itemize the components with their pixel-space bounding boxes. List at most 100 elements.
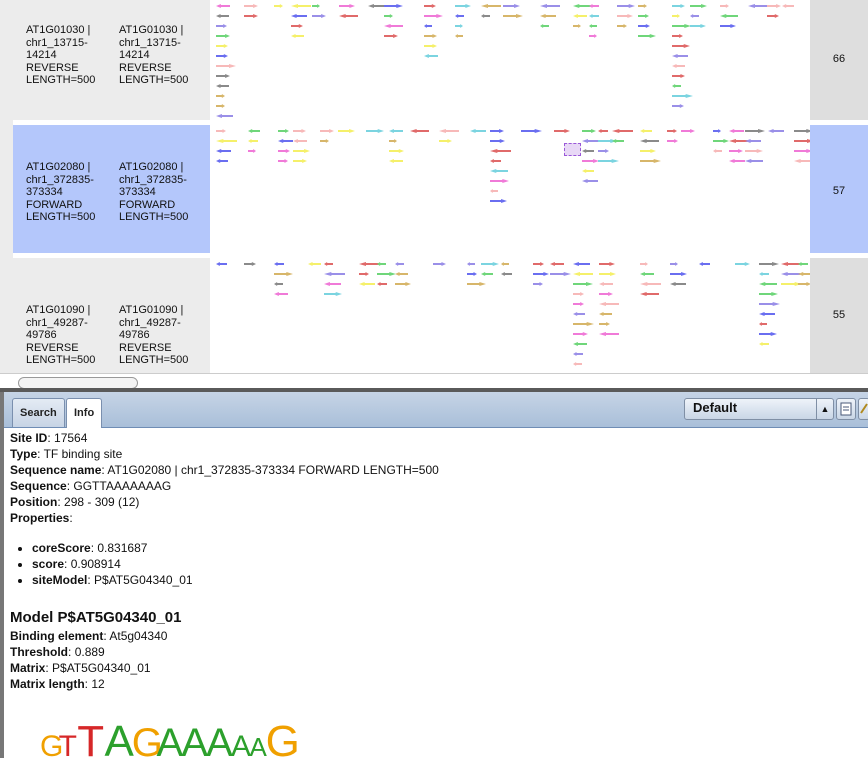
binding-site-arrow[interactable] xyxy=(550,262,564,266)
binding-site-arrow[interactable] xyxy=(467,282,486,286)
binding-site-arrow[interactable] xyxy=(490,129,504,133)
tab-search[interactable]: Search xyxy=(12,398,65,427)
binding-site-arrow[interactable] xyxy=(573,312,585,316)
binding-site-arrow[interactable] xyxy=(424,14,443,18)
binding-site-arrow[interactable] xyxy=(244,4,258,8)
binding-site-arrow[interactable] xyxy=(424,34,437,38)
binding-site-arrow[interactable] xyxy=(798,262,808,266)
view-mode-select[interactable]: Default ▲ xyxy=(684,398,834,420)
binding-site-arrow[interactable] xyxy=(672,64,685,68)
binding-site-arrow[interactable] xyxy=(573,24,581,28)
binding-site-arrow[interactable] xyxy=(640,292,659,296)
binding-site-arrow[interactable] xyxy=(573,272,593,276)
binding-site-arrow[interactable] xyxy=(729,159,745,163)
binding-site-arrow[interactable] xyxy=(274,262,284,266)
binding-site-arrow[interactable] xyxy=(274,272,293,276)
binding-site-arrow[interactable] xyxy=(216,24,227,28)
binding-site-arrow[interactable] xyxy=(640,139,659,143)
binding-site-arrow[interactable] xyxy=(582,139,599,143)
binding-site-arrow[interactable] xyxy=(540,4,560,8)
binding-site-arrow[interactable] xyxy=(582,179,598,183)
binding-site-arrow[interactable] xyxy=(244,262,256,266)
binding-site-arrow[interactable] xyxy=(503,4,520,8)
binding-site-arrow[interactable] xyxy=(672,84,681,88)
binding-site-arrow[interactable] xyxy=(312,4,320,8)
binding-site-arrow[interactable] xyxy=(481,262,499,266)
binding-site-arrow[interactable] xyxy=(293,129,306,133)
binding-site-arrow[interactable] xyxy=(439,129,459,133)
binding-site-arrow[interactable] xyxy=(216,149,231,153)
binding-site-arrow[interactable] xyxy=(216,64,236,68)
binding-site-arrow[interactable] xyxy=(501,262,509,266)
binding-site-arrow[interactable] xyxy=(490,189,498,193)
binding-site-arrow[interactable] xyxy=(540,24,549,28)
binding-site-arrow[interactable] xyxy=(759,292,778,296)
binding-site-arrow[interactable] xyxy=(573,4,591,8)
binding-site-arrow[interactable] xyxy=(599,262,615,266)
binding-site-arrow[interactable] xyxy=(481,14,490,18)
binding-site-arrow[interactable] xyxy=(767,4,781,8)
binding-site-arrow[interactable] xyxy=(368,4,385,8)
binding-site-arrow[interactable] xyxy=(759,322,767,326)
binding-site-arrow[interactable] xyxy=(455,4,471,8)
binding-site-arrow[interactable] xyxy=(216,84,229,88)
binding-site-arrow[interactable] xyxy=(384,34,398,38)
binding-site-arrow[interactable] xyxy=(377,272,396,276)
binding-site-arrow[interactable] xyxy=(377,262,386,266)
binding-site-arrow[interactable] xyxy=(244,14,258,18)
binding-site-arrow[interactable] xyxy=(312,14,326,18)
binding-site-arrow[interactable] xyxy=(573,332,588,336)
binding-site-arrow[interactable] xyxy=(293,159,307,163)
binding-site-arrow[interactable] xyxy=(278,159,288,163)
binding-site-arrow[interactable] xyxy=(638,34,656,38)
binding-site-arrow[interactable] xyxy=(521,129,542,133)
binding-site-arrow[interactable] xyxy=(782,4,794,8)
binding-site-arrow[interactable] xyxy=(216,14,229,18)
binding-site-arrow[interactable] xyxy=(573,362,582,366)
binding-site-arrow[interactable] xyxy=(681,129,695,133)
binding-site-arrow[interactable] xyxy=(748,4,768,8)
binding-site-arrow[interactable] xyxy=(794,159,810,163)
binding-site-arrow[interactable] xyxy=(470,129,486,133)
binding-site-arrow[interactable] xyxy=(274,292,288,296)
binding-site-arrow[interactable] xyxy=(481,272,493,276)
binding-site-arrow[interactable] xyxy=(617,24,627,28)
binding-site-arrow[interactable] xyxy=(672,104,684,108)
binding-site-arrow[interactable] xyxy=(278,139,293,143)
site-track[interactable] xyxy=(210,0,810,120)
binding-site-arrow[interactable] xyxy=(670,282,686,286)
binding-site-arrow[interactable] xyxy=(690,24,706,28)
binding-site-arrow[interactable] xyxy=(216,34,230,38)
binding-site-arrow[interactable] xyxy=(589,24,597,28)
binding-site-arrow[interactable] xyxy=(216,54,228,58)
binding-site-arrow[interactable] xyxy=(395,262,404,266)
binding-site-arrow[interactable] xyxy=(395,272,408,276)
binding-site-arrow[interactable] xyxy=(274,282,283,286)
binding-site-arrow[interactable] xyxy=(667,139,678,143)
binding-site-arrow[interactable] xyxy=(617,14,633,18)
binding-site-arrow[interactable] xyxy=(798,272,810,276)
binding-site-arrow[interactable] xyxy=(672,34,683,38)
binding-site-arrow[interactable] xyxy=(339,4,355,8)
binding-site-arrow[interactable] xyxy=(359,262,379,266)
binding-site-arrow[interactable] xyxy=(729,129,744,133)
binding-site-arrow[interactable] xyxy=(455,34,463,38)
binding-site-arrow[interactable] xyxy=(573,262,590,266)
binding-site-arrow[interactable] xyxy=(573,292,584,296)
binding-site-arrow[interactable] xyxy=(794,149,810,153)
site-track[interactable] xyxy=(210,125,810,258)
binding-site-arrow[interactable] xyxy=(291,24,303,28)
site-track[interactable] xyxy=(210,258,810,373)
binding-site-arrow[interactable] xyxy=(216,114,233,118)
binding-site-arrow[interactable] xyxy=(690,14,699,18)
binding-site-arrow[interactable] xyxy=(338,129,355,133)
binding-site-arrow[interactable] xyxy=(599,332,619,336)
binding-site-arrow[interactable] xyxy=(216,94,225,98)
binding-site-arrow[interactable] xyxy=(216,262,227,266)
binding-site-arrow[interactable] xyxy=(759,272,769,276)
binding-site-arrow[interactable] xyxy=(640,262,648,266)
binding-site-arrow[interactable] xyxy=(672,44,690,48)
binding-site-arrow[interactable] xyxy=(433,262,446,266)
binding-site-arrow[interactable] xyxy=(573,342,587,346)
binding-site-arrow[interactable] xyxy=(598,149,609,153)
